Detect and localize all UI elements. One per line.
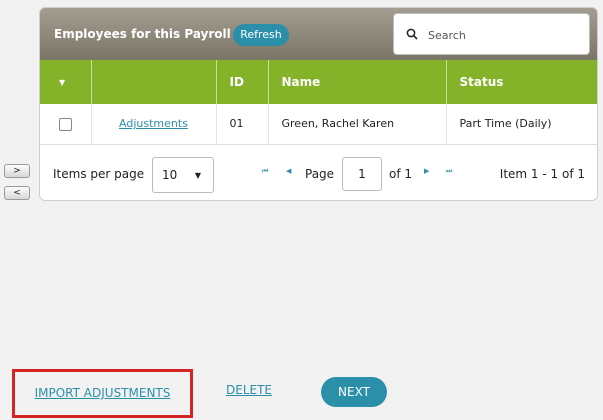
table-row: Adjustments 01 Green, Rachel Karen Part … [40,104,597,145]
employees-table: ▼ ID Name Status Adjustments 01 Green, R… [40,60,597,145]
row-checkbox[interactable] [59,117,72,131]
dropdown-arrow-icon: ▼ [194,170,201,180]
row-name: Green, Rachel Karen [268,104,447,145]
expand-right-button[interactable]: > [4,164,30,178]
page-number-input[interactable]: 1 [342,156,382,191]
caret-down-icon: ▼ [59,77,66,87]
first-page-icon[interactable]: ⏮ [262,167,268,176]
items-per-page-value: 10 [162,167,178,182]
refresh-button[interactable]: Refresh [233,24,289,46]
import-adjustments-link[interactable]: IMPORT ADJUSTMENTS [12,369,193,418]
side-arrows: > < [4,164,30,208]
table-header-row: ▼ ID Name Status [40,60,597,104]
column-id[interactable]: ID [216,60,269,104]
action-bar: IMPORT ADJUSTMENTS DELETE NEXT [0,369,603,418]
row-status: Part Time (Daily) [446,104,597,145]
row-id: 01 [216,104,269,145]
delete-link[interactable]: DELETE [226,383,272,397]
adjustments-link[interactable]: Adjustments [92,117,216,130]
grid-title: Employees for this Payroll [54,27,231,41]
next-page-icon[interactable]: ▶ [424,167,429,175]
items-per-page-select[interactable]: 10 ▼ [152,156,214,193]
item-range: Item 1 - 1 of 1 [499,166,585,181]
column-status[interactable]: Status [446,60,597,104]
pager: Items per page 10 ▼ ⏮ ◀ Page 1 of 1 ▶ ⏭ … [40,145,597,201]
column-action [91,60,217,104]
page-total: of 1 [389,166,413,181]
search-box[interactable] [393,13,590,55]
page-label: Page [305,166,335,181]
search-input[interactable] [426,24,580,46]
employees-grid: Employees for this Payroll Refresh ▼ ID … [39,7,598,201]
collapse-left-button[interactable]: < [4,186,30,200]
last-page-icon[interactable]: ⏭ [446,167,452,176]
select-all-menu[interactable]: ▼ [40,60,92,104]
next-button[interactable]: NEXT [321,377,387,407]
items-per-page-label: Items per page [53,166,145,181]
prev-page-icon[interactable]: ◀ [286,167,291,175]
row-action-cell: Adjustments [91,104,217,145]
column-name[interactable]: Name [268,60,447,104]
grid-header: Employees for this Payroll Refresh [40,8,597,60]
row-select-cell [40,104,92,145]
search-icon [406,28,418,40]
